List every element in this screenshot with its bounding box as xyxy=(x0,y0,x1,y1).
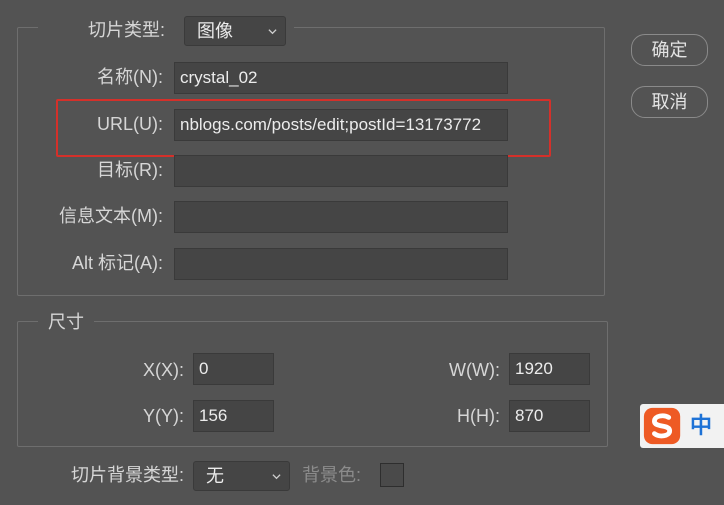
target-field[interactable] xyxy=(174,155,508,187)
alt-tag-label: Alt 标记(A): xyxy=(71,253,163,273)
target-label: 目标(R): xyxy=(97,160,163,180)
url-field[interactable]: nblogs.com/posts/edit;postId=13173772 xyxy=(174,109,508,141)
chevron-down-icon xyxy=(272,474,281,480)
background-color-swatch[interactable] xyxy=(380,463,404,487)
ime-status-widget[interactable]: 中 xyxy=(640,404,724,448)
h-label: H(H): xyxy=(457,406,500,426)
ime-mode-indicator: 中 xyxy=(690,413,713,438)
background-type-select[interactable]: 无 xyxy=(193,461,290,491)
ok-button[interactable]: 确定 xyxy=(631,34,708,66)
slice-options-dialog: 切片类型: 图像 名称(N): crystal_02 URL(U): nblog… xyxy=(0,0,724,505)
y-field[interactable]: 156 xyxy=(193,400,274,432)
slice-type-label: 切片类型: xyxy=(88,20,166,40)
alt-tag-field[interactable] xyxy=(174,248,508,280)
w-label: W(W): xyxy=(449,360,500,380)
sogou-logo-icon xyxy=(643,407,681,445)
name-field[interactable]: crystal_02 xyxy=(174,62,508,94)
background-type-label: 切片背景类型: xyxy=(70,465,184,485)
slice-type-select[interactable]: 图像 xyxy=(184,16,286,46)
w-field[interactable]: 1920 xyxy=(509,353,590,385)
url-label: URL(U): xyxy=(97,114,163,134)
background-type-value: 无 xyxy=(206,466,224,486)
message-text-label: 信息文本(M): xyxy=(59,206,163,226)
chevron-down-icon xyxy=(268,29,277,35)
dimensions-title: 尺寸 xyxy=(48,312,84,332)
background-color-label: 背景色: xyxy=(302,465,362,485)
h-field[interactable]: 870 xyxy=(509,400,590,432)
x-field[interactable]: 0 xyxy=(193,353,274,385)
message-text-field[interactable] xyxy=(174,201,508,233)
y-label: Y(Y): xyxy=(142,406,184,426)
slice-type-value: 图像 xyxy=(197,21,233,41)
x-label: X(X): xyxy=(142,360,184,380)
cancel-button[interactable]: 取消 xyxy=(631,86,708,118)
name-label: 名称(N): xyxy=(97,67,163,87)
